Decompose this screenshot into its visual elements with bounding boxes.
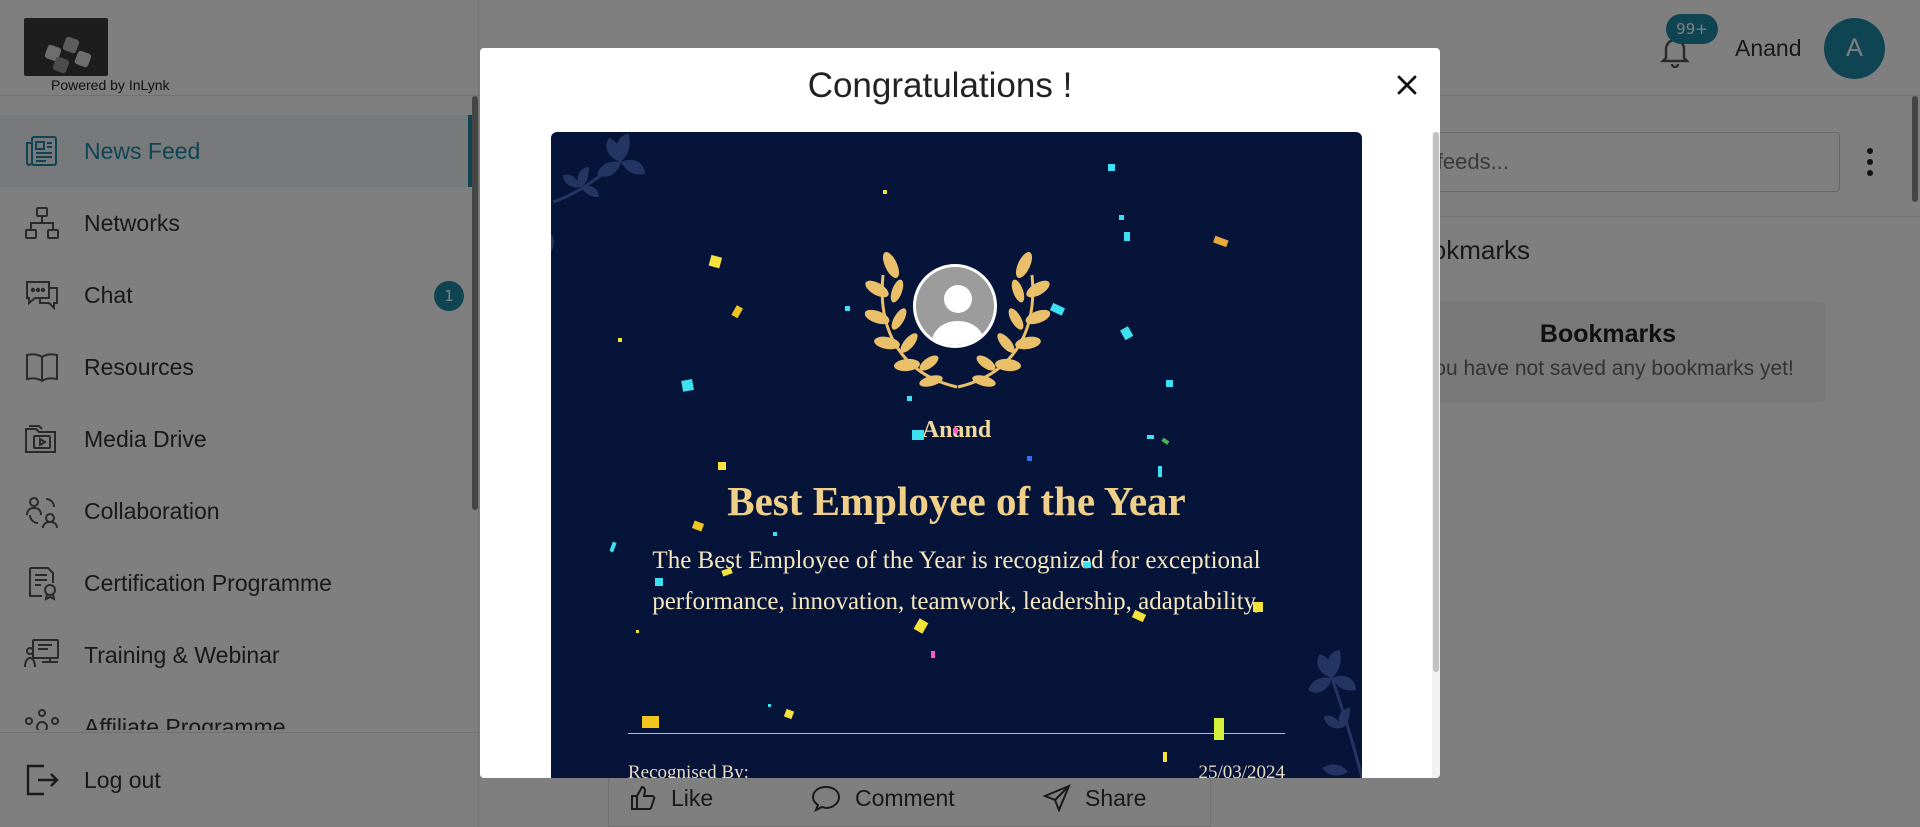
floral-decoration — [1308, 650, 1362, 778]
recognised-by-label: Recognised By: — [628, 762, 749, 778]
award-date: 25/03/2024 — [1198, 762, 1285, 778]
close-icon[interactable] — [1392, 70, 1422, 100]
award-description: The Best Employee of the Year is recogni… — [652, 547, 1261, 615]
signature-line — [628, 733, 1285, 734]
award-title: Best Employee of the Year — [727, 478, 1186, 524]
floral-decoration — [551, 134, 645, 252]
certificate: Anand Best Employee of the Year The Best… — [551, 132, 1362, 778]
recipient-name: Anand — [921, 417, 992, 443]
congratulations-modal: Congratulations ! Anand Best Employee of… — [480, 48, 1440, 778]
modal-scrollbar-thumb[interactable] — [1433, 132, 1439, 672]
profile-photo-placeholder — [913, 264, 997, 348]
modal-title: Congratulations ! — [807, 66, 1073, 105]
